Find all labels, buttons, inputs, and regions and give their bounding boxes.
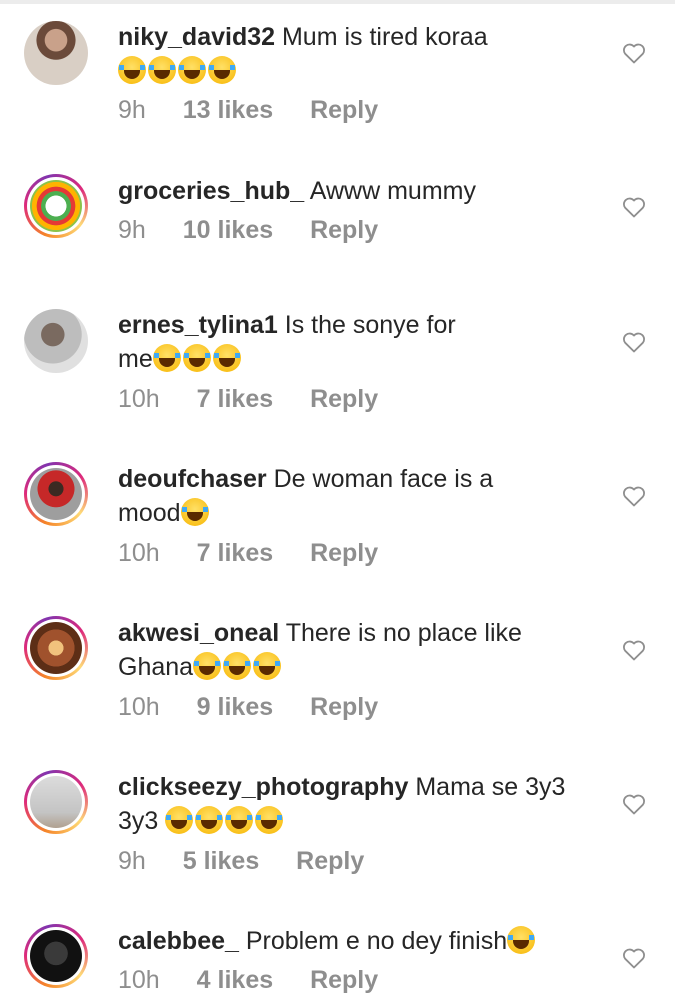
comment-username[interactable]: akwesi_oneal [118,619,279,647]
face-with-tears-of-joy-icon [165,806,194,834]
reply-button[interactable]: Reply [310,96,378,124]
comment-username[interactable]: calebbee_ [118,927,239,955]
comment-text-cont: Ghana [118,653,194,681]
comment-text: Problem e no dey finish [245,927,508,955]
avatar[interactable] [24,462,88,526]
comment-text: There is no place like [285,619,522,647]
face-with-tears-of-joy-icon [178,56,206,84]
comment-text: Awww mummy [309,177,476,205]
avatar[interactable] [24,616,88,680]
face-with-tears-of-joy-icon [193,652,222,680]
comment-username[interactable]: clickseezy_photography [118,773,408,801]
likes-count[interactable]: 4 likes [197,966,273,994]
reply-button[interactable]: Reply [310,966,378,994]
comment-time: 10h [118,539,160,567]
heart-outline-icon[interactable] [622,42,646,64]
face-with-tears-of-joy-icon [180,498,209,526]
comment-text-cont: me [118,345,153,373]
heart-outline-icon[interactable] [622,485,646,507]
avatar[interactable] [24,174,88,238]
comment-text: Mama se 3y3 [415,773,566,801]
face-with-tears-of-joy-icon [152,344,181,372]
face-with-tears-of-joy-icon [195,806,224,834]
likes-count[interactable]: 5 likes [183,847,259,875]
comment-text-cont: mood [118,499,181,527]
comment-text: Is the sonye for [284,311,456,339]
comment-time: 9h [118,216,146,244]
avatar[interactable] [24,770,88,834]
emoji-row [118,56,238,85]
face-with-tears-of-joy-icon [208,56,236,84]
face-with-tears-of-joy-icon [507,926,536,954]
comment-username[interactable]: niky_david32 [118,23,275,51]
heart-outline-icon[interactable] [622,331,646,353]
reply-button[interactable]: Reply [310,693,378,721]
comment-text-cont: 3y3 [118,807,159,835]
comment-username[interactable]: deoufchaser [118,465,267,493]
reply-button[interactable]: Reply [296,847,364,875]
comment-username[interactable]: ernes_tylina1 [118,311,278,339]
likes-count[interactable]: 7 likes [197,385,273,413]
face-with-tears-of-joy-icon [182,344,211,372]
likes-count[interactable]: 9 likes [197,693,273,721]
comment-time: 10h [118,385,160,413]
avatar[interactable] [24,924,88,988]
reply-button[interactable]: Reply [310,216,378,244]
face-with-tears-of-joy-icon [223,652,252,680]
likes-count[interactable]: 13 likes [183,96,273,124]
comment-text: De woman face is a [273,465,494,493]
heart-outline-icon[interactable] [622,196,646,218]
likes-count[interactable]: 7 likes [197,539,273,567]
comment-text: Mum is tired koraa [281,23,488,51]
face-with-tears-of-joy-icon [118,56,146,84]
face-with-tears-of-joy-icon [255,806,284,834]
comment-time: 9h [118,847,146,875]
heart-outline-icon[interactable] [622,793,646,815]
avatar[interactable] [24,21,88,85]
face-with-tears-of-joy-icon [225,806,254,834]
comment-username[interactable]: groceries_hub_ [118,177,304,205]
avatar[interactable] [24,309,88,373]
comment-time: 9h [118,96,146,124]
comment-time: 10h [118,966,160,994]
reply-button[interactable]: Reply [310,385,378,413]
heart-outline-icon[interactable] [622,639,646,661]
face-with-tears-of-joy-icon [148,56,176,84]
likes-count[interactable]: 10 likes [183,216,273,244]
face-with-tears-of-joy-icon [212,344,241,372]
face-with-tears-of-joy-icon [253,652,282,680]
top-divider [0,0,675,4]
reply-button[interactable]: Reply [310,539,378,567]
heart-outline-icon[interactable] [622,947,646,969]
comment-time: 10h [118,693,160,721]
